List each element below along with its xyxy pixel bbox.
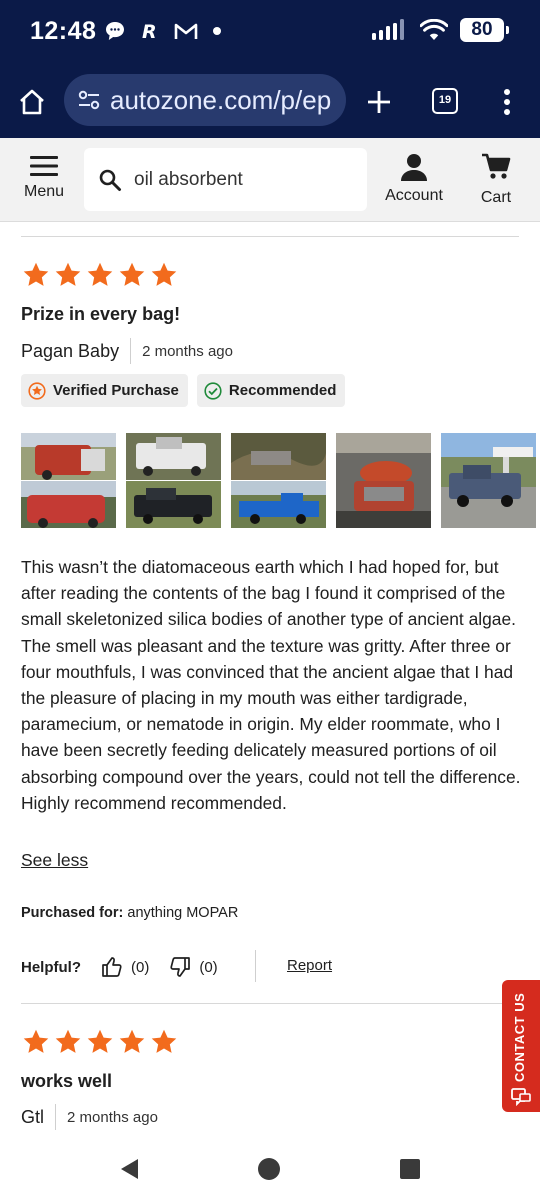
review-author-row: Pagan Baby 2 months ago bbox=[21, 338, 233, 364]
separator bbox=[255, 950, 256, 982]
notification-icons: R bbox=[104, 20, 222, 42]
site-settings-icon[interactable] bbox=[78, 90, 100, 110]
helpful-label: Helpful? bbox=[21, 958, 81, 976]
verified-star-icon bbox=[28, 381, 46, 400]
hamburger-icon bbox=[30, 156, 58, 176]
cart-icon bbox=[482, 153, 511, 179]
photo-image bbox=[441, 433, 536, 528]
star-icon bbox=[87, 1029, 113, 1053]
review-body: This wasn’t the diatomaceous earth which… bbox=[21, 557, 521, 813]
menu-label: Menu bbox=[23, 183, 65, 200]
review-photo[interactable] bbox=[21, 433, 116, 528]
purchased-for-label: Purchased for: bbox=[21, 905, 124, 921]
star-icon bbox=[23, 262, 49, 286]
report-link[interactable]: Report bbox=[287, 957, 332, 974]
thumbs-down-button[interactable]: (0) bbox=[169, 956, 218, 978]
separator bbox=[130, 338, 132, 364]
review-photo[interactable] bbox=[231, 433, 326, 528]
star-icon bbox=[119, 262, 145, 286]
review-photo[interactable] bbox=[126, 433, 221, 528]
url-text: autozone.com/p/ep bbox=[110, 84, 332, 115]
r-app-icon: R bbox=[142, 21, 157, 42]
photo-image bbox=[21, 433, 116, 528]
verified-purchase-badge: Verified Purchase bbox=[21, 374, 188, 407]
gmail-icon bbox=[174, 23, 198, 39]
star-icon bbox=[55, 262, 81, 286]
home-icon[interactable] bbox=[18, 88, 46, 116]
url-bar[interactable]: autozone.com/p/ep bbox=[64, 74, 346, 126]
contact-us-button[interactable]: CONTACT US bbox=[502, 980, 540, 1112]
purchased-for: Purchased for: anything MOPAR bbox=[21, 905, 238, 921]
recommended-badge: Recommended bbox=[196, 374, 346, 407]
account-icon bbox=[401, 154, 427, 181]
status-bar: 12:48 R 80 bbox=[0, 0, 540, 64]
review-author-row: Gtl 2 months ago bbox=[21, 1104, 158, 1130]
separator bbox=[55, 1104, 57, 1130]
helpful-up-count: (0) bbox=[131, 958, 150, 976]
review-title: Prize in every bag! bbox=[21, 304, 181, 324]
chat-icon bbox=[511, 1088, 531, 1106]
star-icon bbox=[119, 1029, 145, 1053]
cart-button[interactable]: Cart bbox=[468, 152, 524, 207]
system-nav-bar bbox=[0, 1136, 540, 1200]
search-value: oil absorbent bbox=[134, 168, 243, 190]
menu-button[interactable]: Menu bbox=[18, 154, 70, 201]
photo-image bbox=[336, 433, 431, 528]
review-date: 2 months ago bbox=[67, 1108, 158, 1126]
recents-icon[interactable] bbox=[399, 1158, 421, 1180]
photo-image bbox=[231, 433, 326, 528]
review-date: 2 months ago bbox=[142, 342, 233, 360]
site-header: Menu oil absorbent Account Cart bbox=[0, 138, 540, 222]
thumbs-up-button[interactable]: (0) bbox=[101, 956, 149, 978]
browser-toolbar: autozone.com/p/ep 19 bbox=[0, 64, 540, 138]
review-author: Gtl bbox=[21, 1106, 45, 1127]
review-divider bbox=[21, 1003, 519, 1004]
review-photo[interactable] bbox=[336, 433, 431, 528]
star-icon bbox=[151, 262, 177, 286]
back-icon[interactable] bbox=[118, 1157, 140, 1181]
review-badges: Verified Purchase Recommended bbox=[21, 374, 346, 407]
dot-icon bbox=[213, 27, 221, 35]
star-icon bbox=[55, 1029, 81, 1053]
battery-indicator: 80 bbox=[460, 18, 509, 42]
star-icon bbox=[87, 262, 113, 286]
review-rating bbox=[22, 261, 178, 289]
account-button[interactable]: Account bbox=[380, 152, 448, 205]
star-icon bbox=[151, 1029, 177, 1053]
helpful-down-count: (0) bbox=[199, 958, 218, 976]
helpful-row: Helpful? (0) (0) bbox=[21, 950, 238, 984]
review-rating bbox=[22, 1028, 178, 1056]
photo-image bbox=[126, 433, 221, 528]
verified-label: Verified Purchase bbox=[53, 382, 179, 399]
review-photo[interactable] bbox=[441, 433, 536, 528]
more-menu-icon[interactable] bbox=[502, 88, 512, 116]
review-photos bbox=[21, 433, 536, 528]
review-title: works well bbox=[21, 1071, 113, 1091]
purchased-for-value: anything MOPAR bbox=[127, 905, 239, 921]
cart-label: Cart bbox=[480, 189, 512, 206]
tabs-icon[interactable]: 19 bbox=[432, 88, 458, 114]
see-less-link[interactable]: See less bbox=[21, 850, 88, 871]
system-icons: 80 bbox=[372, 18, 509, 42]
signal-icon bbox=[372, 19, 404, 40]
home-circle-icon[interactable] bbox=[257, 1157, 281, 1181]
recommended-label: Recommended bbox=[228, 382, 337, 399]
new-tab-icon[interactable] bbox=[366, 89, 392, 115]
checkmark-icon bbox=[204, 381, 222, 400]
review-author: Pagan Baby bbox=[21, 340, 120, 361]
svg-text:R: R bbox=[142, 21, 157, 42]
account-label: Account bbox=[385, 187, 443, 204]
wifi-icon bbox=[420, 19, 448, 40]
search-icon bbox=[99, 169, 121, 191]
thumbs-down-icon bbox=[170, 957, 191, 977]
status-time: 12:48 bbox=[30, 17, 97, 45]
star-icon bbox=[23, 1029, 49, 1053]
thumbs-up-icon bbox=[102, 957, 122, 977]
search-input[interactable]: oil absorbent bbox=[84, 148, 367, 211]
review-divider bbox=[21, 236, 519, 237]
contact-us-label: CONTACT US bbox=[512, 992, 527, 1082]
chat-bubble-icon bbox=[106, 22, 124, 40]
